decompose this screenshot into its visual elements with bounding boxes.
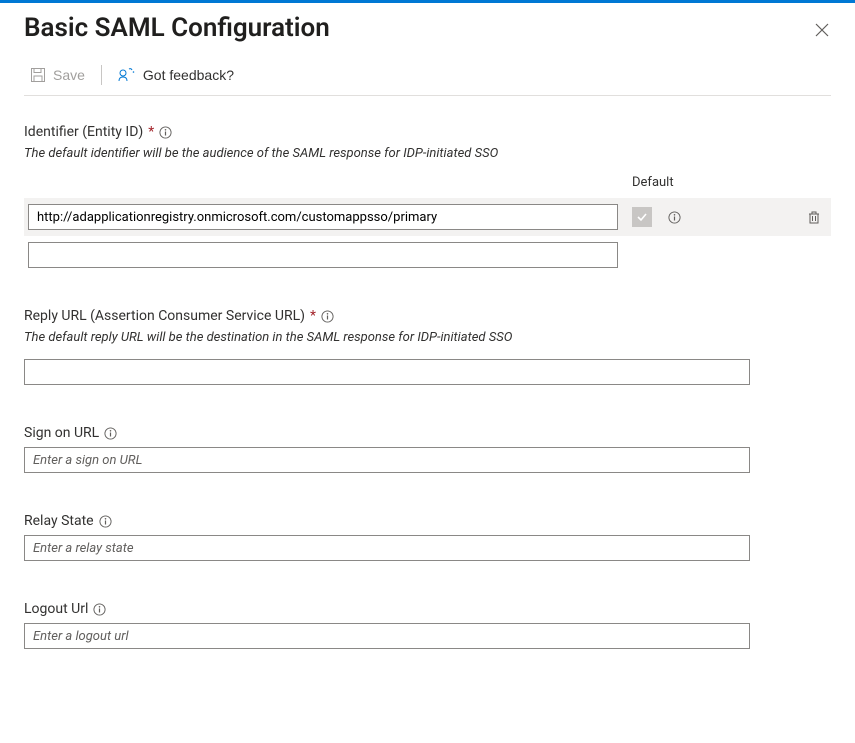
identifier-label: Identifier (Entity ID) (24, 124, 143, 140)
sign-on-label: Sign on URL (24, 425, 99, 441)
relay-state-info-button[interactable] (99, 515, 112, 528)
identifier-row-2 (24, 242, 831, 268)
trash-icon (807, 210, 821, 224)
info-icon (99, 515, 112, 528)
identifier-label-row: Identifier (Entity ID) * (24, 124, 831, 140)
toolbar: Save Got feedback? (24, 65, 831, 96)
logout-label: Logout Url (24, 601, 88, 617)
save-button[interactable]: Save (24, 65, 91, 85)
sign-on-info-button[interactable] (104, 427, 117, 440)
default-checkbox[interactable] (632, 207, 652, 227)
reply-url-info-button[interactable] (321, 310, 334, 323)
identifier-input-1[interactable] (28, 204, 618, 230)
info-icon (93, 603, 106, 616)
close-icon (815, 23, 829, 37)
required-marker: * (148, 124, 154, 140)
header-row: Basic SAML Configuration (24, 13, 831, 43)
save-label: Save (53, 67, 85, 83)
feedback-label: Got feedback? (143, 67, 234, 83)
close-button[interactable] (809, 17, 835, 43)
delete-row-button[interactable] (805, 208, 823, 226)
sign-on-input[interactable] (24, 447, 750, 473)
reply-url-help: The default reply URL will be the destin… (24, 330, 831, 345)
identifier-info-button[interactable] (159, 126, 172, 139)
identifier-row-1 (24, 198, 831, 236)
sign-on-label-row: Sign on URL (24, 425, 831, 441)
feedback-button[interactable]: Got feedback? (112, 65, 240, 85)
check-icon (636, 211, 648, 223)
identifier-section: Identifier (Entity ID) * The default ide… (24, 124, 831, 268)
info-icon (321, 310, 334, 323)
save-icon (30, 67, 46, 83)
saml-config-panel: Basic SAML Configuration Save Got feedba… (0, 3, 855, 713)
toolbar-separator (101, 65, 102, 85)
page-title: Basic SAML Configuration (24, 13, 330, 43)
reply-url-label: Reply URL (Assertion Consumer Service UR… (24, 308, 305, 324)
info-icon (159, 126, 172, 139)
row-info-button[interactable] (666, 209, 683, 226)
required-marker: * (310, 308, 316, 324)
identifier-input-2[interactable] (28, 242, 618, 268)
logout-input[interactable] (24, 623, 750, 649)
logout-label-row: Logout Url (24, 601, 831, 617)
feedback-icon (118, 67, 136, 83)
logout-info-button[interactable] (93, 603, 106, 616)
relay-state-section: Relay State (24, 513, 831, 561)
relay-state-label-row: Relay State (24, 513, 831, 529)
info-icon (104, 427, 117, 440)
identifier-help: The default identifier will be the audie… (24, 146, 831, 161)
default-column-header: Default (632, 175, 831, 190)
reply-url-label-row: Reply URL (Assertion Consumer Service UR… (24, 308, 831, 324)
relay-state-input[interactable] (24, 535, 750, 561)
logout-section: Logout Url (24, 601, 831, 649)
reply-url-input[interactable] (24, 359, 750, 385)
relay-state-label: Relay State (24, 513, 94, 529)
reply-url-section: Reply URL (Assertion Consumer Service UR… (24, 308, 831, 385)
sign-on-section: Sign on URL (24, 425, 831, 473)
info-icon (668, 211, 681, 224)
